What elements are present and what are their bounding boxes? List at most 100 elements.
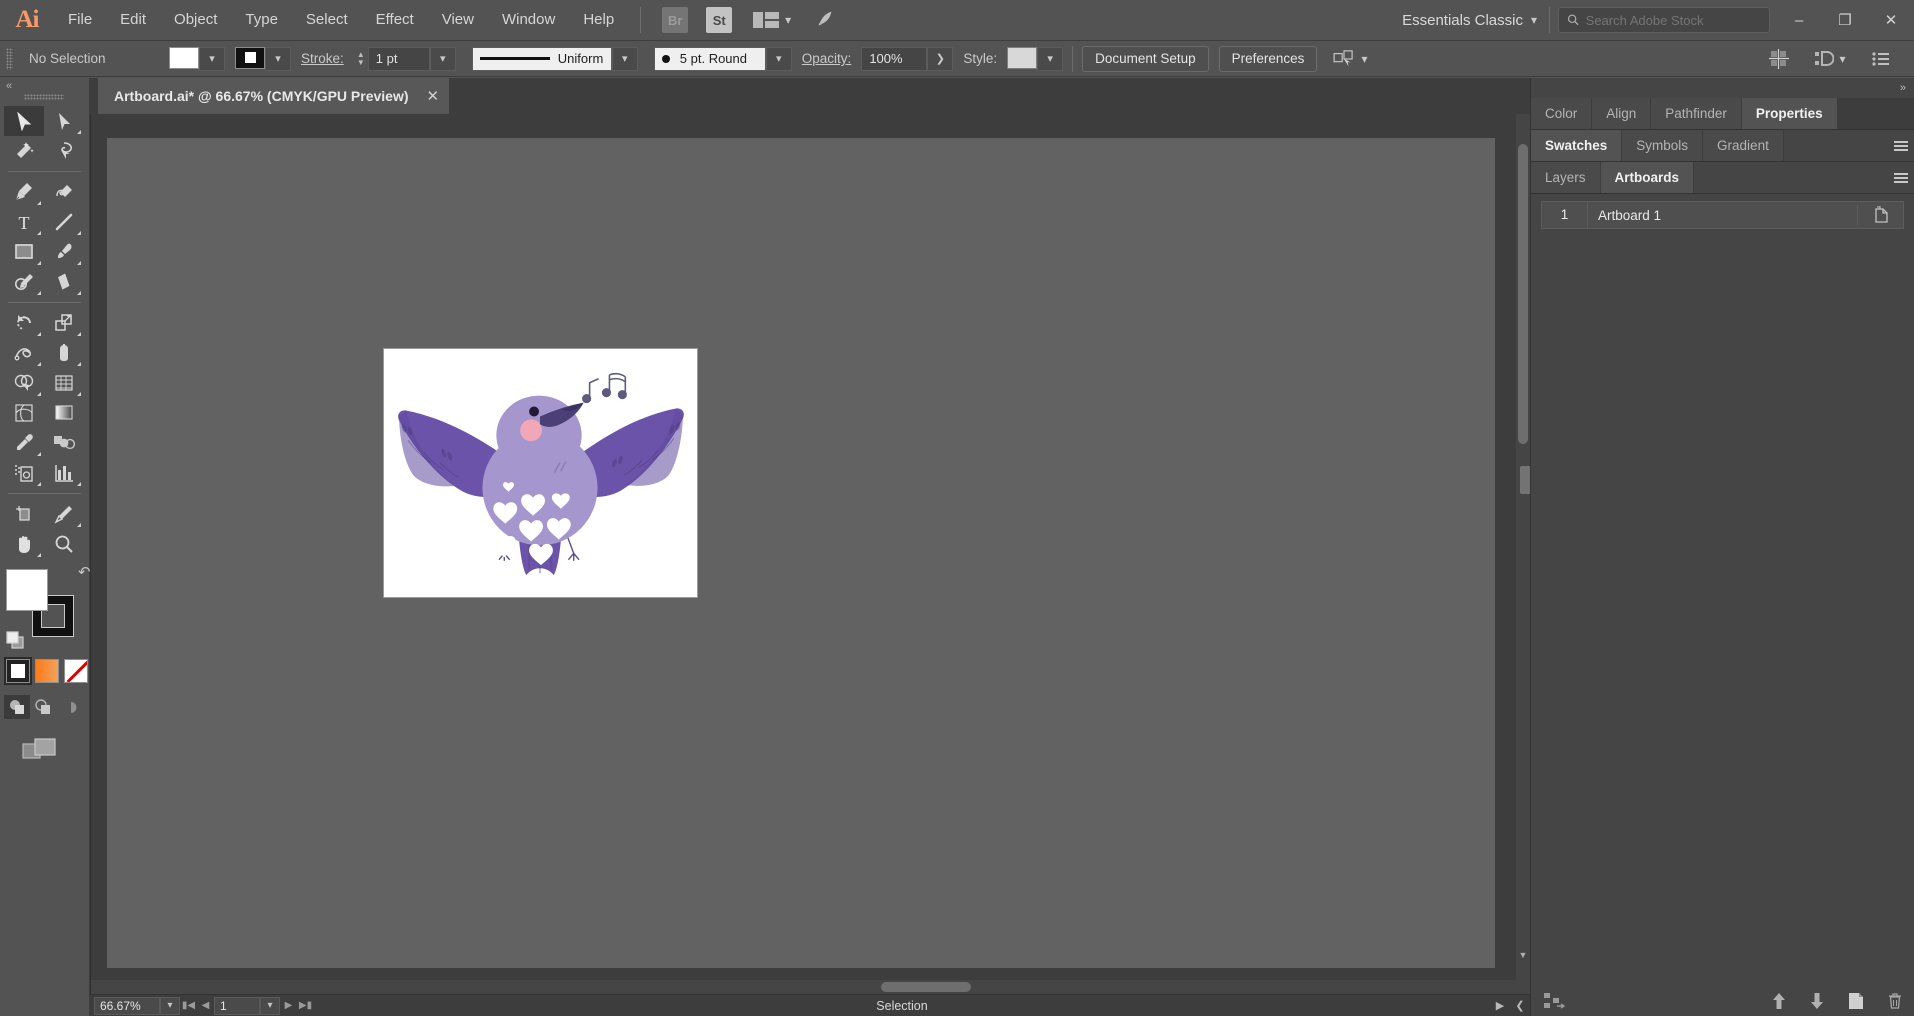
swap-fill-stroke-icon[interactable]: ↶ xyxy=(78,563,91,581)
brush-definition-value[interactable]: 5 pt. Round xyxy=(653,46,766,71)
default-fill-stroke-icon[interactable] xyxy=(6,631,28,651)
stroke-profile-value[interactable]: Uniform xyxy=(471,46,612,71)
toolbar-grip[interactable] xyxy=(24,94,64,100)
arrange-documents-button[interactable]: ▾ xyxy=(748,7,796,33)
artboard-number-value[interactable]: 1 xyxy=(214,996,260,1015)
symbol-sprayer-tool[interactable] xyxy=(4,458,44,488)
blend-tool[interactable] xyxy=(44,428,84,458)
draw-normal-mode[interactable] xyxy=(4,695,30,719)
eraser-tool[interactable] xyxy=(44,267,84,297)
graphic-style-control[interactable]: ▾ xyxy=(1007,46,1064,71)
gradient-tool[interactable] xyxy=(44,398,84,428)
toolbar-fill-swatch[interactable] xyxy=(6,569,48,611)
status-menu-icon[interactable]: ▶ xyxy=(1490,999,1510,1012)
canvas-surface[interactable] xyxy=(107,138,1495,968)
shape-builder-tool[interactable] xyxy=(4,368,44,398)
width-tool[interactable] xyxy=(4,338,44,368)
menu-type[interactable]: Type xyxy=(231,0,292,40)
close-tab-icon[interactable]: ✕ xyxy=(427,87,440,105)
first-artboard-icon[interactable]: ▮◀ xyxy=(180,997,197,1015)
previous-artboard-icon[interactable]: ◀ xyxy=(197,997,214,1015)
stroke-weight-label[interactable]: Stroke: xyxy=(301,51,344,66)
direct-selection-tool[interactable] xyxy=(44,106,84,136)
artboard-tool[interactable] xyxy=(4,499,44,529)
last-artboard-icon[interactable]: ▶▮ xyxy=(297,997,314,1015)
select-similar-chevron-down-icon[interactable]: ▾ xyxy=(1361,52,1367,66)
tab-symbols[interactable]: Symbols xyxy=(1622,130,1704,161)
app-logo-icon[interactable]: Ai xyxy=(0,0,54,40)
tab-pathfinder[interactable]: Pathfinder xyxy=(1651,98,1742,129)
canvas-area[interactable]: ▼ xyxy=(90,114,1531,994)
preferences-button[interactable]: Preferences xyxy=(1218,45,1318,72)
zoom-level-value[interactable]: 66.67% xyxy=(94,996,160,1015)
fill-color-control[interactable]: ▾ xyxy=(169,46,225,71)
restore-button[interactable]: ❐ xyxy=(1822,0,1868,40)
swatches-panel-menu-icon[interactable] xyxy=(1888,130,1914,161)
artboard-chevron-down-icon[interactable]: ▾ xyxy=(260,996,280,1015)
tab-artboards[interactable]: Artboards xyxy=(1600,162,1695,193)
lasso-tool[interactable] xyxy=(44,136,84,166)
draw-inside-mode[interactable] xyxy=(56,695,82,719)
style-chevron-down-icon[interactable]: ▾ xyxy=(1037,46,1064,71)
align-grid-button[interactable] xyxy=(1764,46,1794,72)
zoom-tool[interactable] xyxy=(44,529,84,559)
canvas-vertical-scrollbar[interactable]: ▼ xyxy=(1516,114,1530,980)
more-options-button[interactable] xyxy=(1866,46,1896,72)
document-setup-button[interactable]: Document Setup xyxy=(1082,45,1209,72)
eyedropper-tool[interactable] xyxy=(4,428,44,458)
tab-align[interactable]: Align xyxy=(1592,98,1652,129)
minimize-button[interactable]: – xyxy=(1776,0,1822,40)
tab-properties[interactable]: Properties xyxy=(1741,98,1838,129)
mesh-tool[interactable] xyxy=(4,398,44,428)
opacity-expand-chevron-right-icon[interactable]: ❯ xyxy=(927,46,954,71)
tab-layers[interactable]: Layers xyxy=(1531,162,1601,193)
menu-view[interactable]: View xyxy=(428,0,488,40)
artboards-panel-body[interactable] xyxy=(1531,229,1914,929)
magic-wand-tool[interactable] xyxy=(4,136,44,166)
stroke-weight-chevron-down-icon[interactable]: ▾ xyxy=(429,46,456,71)
next-artboard-icon[interactable]: ▶ xyxy=(280,997,297,1015)
stroke-weight-control[interactable]: ▲ ▼ 1 pt ▾ xyxy=(354,46,456,71)
workspace-label[interactable]: Essentials Classic xyxy=(1394,12,1531,29)
new-artboard-button[interactable] xyxy=(1847,992,1865,1010)
menu-object[interactable]: Object xyxy=(160,0,231,40)
color-mode-color[interactable] xyxy=(4,657,32,685)
stroke-profile-control[interactable]: Uniform ▾ xyxy=(471,46,638,71)
artboard-row-new-icon[interactable] xyxy=(1857,205,1903,225)
menu-edit[interactable]: Edit xyxy=(106,0,160,40)
control-bar-grip[interactable] xyxy=(6,47,13,70)
paintbrush-tool[interactable] xyxy=(44,237,84,267)
horizontal-scroll-thumb[interactable] xyxy=(881,982,971,992)
color-mode-gradient[interactable] xyxy=(35,659,59,683)
distribute-objects-button[interactable]: ▾ xyxy=(1808,46,1852,72)
fill-dropdown-chevron-down-icon[interactable]: ▾ xyxy=(199,46,225,71)
stroke-color-control[interactable]: ▾ xyxy=(235,46,291,71)
pen-tool[interactable] xyxy=(4,177,44,207)
close-button[interactable]: ✕ xyxy=(1868,0,1914,40)
artboard-1[interactable] xyxy=(383,348,698,598)
zoom-chevron-down-icon[interactable]: ▾ xyxy=(160,996,180,1015)
menu-file[interactable]: File xyxy=(54,0,106,40)
stroke-profile-chevron-down-icon[interactable]: ▾ xyxy=(611,46,638,71)
rectangle-tool[interactable] xyxy=(4,237,44,267)
delete-artboard-button[interactable] xyxy=(1887,992,1903,1010)
stroke-weight-value[interactable]: 1 pt xyxy=(367,46,430,71)
stroke-swatch[interactable] xyxy=(235,46,265,69)
fill-swatch[interactable] xyxy=(169,46,199,69)
rearrange-artboards-button[interactable] xyxy=(1543,992,1565,1010)
tab-gradient[interactable]: Gradient xyxy=(1703,130,1784,161)
select-similar-control[interactable]: ▾ xyxy=(1333,49,1367,68)
opacity-control[interactable]: 100% ❯ xyxy=(861,46,954,71)
document-tab[interactable]: Artboard.ai* @ 66.67% (CMYK/GPU Preview)… xyxy=(98,78,450,114)
free-transform-tool[interactable] xyxy=(44,338,84,368)
tab-color[interactable]: Color xyxy=(1531,98,1593,129)
perspective-grid-tool[interactable] xyxy=(44,368,84,398)
artboards-panel-menu-icon[interactable] xyxy=(1888,162,1914,193)
scale-tool[interactable] xyxy=(44,308,84,338)
distribute-chevron-down-icon[interactable]: ▾ xyxy=(1839,52,1845,66)
artboard-row-name[interactable]: Artboard 1 xyxy=(1588,208,1857,223)
opacity-label[interactable]: Opacity: xyxy=(802,51,852,66)
artboard-list-row[interactable]: 1 Artboard 1 xyxy=(1541,201,1904,229)
change-screen-mode-button[interactable] xyxy=(22,737,89,768)
menu-effect[interactable]: Effect xyxy=(362,0,428,40)
